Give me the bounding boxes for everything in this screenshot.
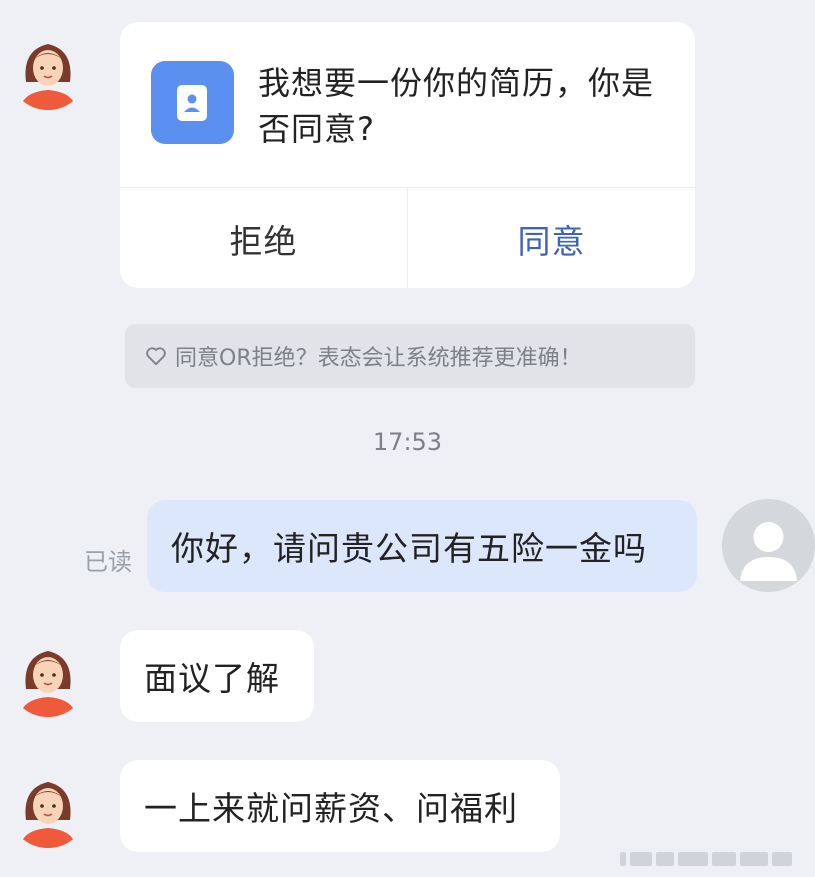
my-message-text: 你好，请问贵公司有五险一金吗 — [171, 529, 647, 568]
my-message-bubble[interactable]: 你好，请问贵公司有五险一金吗 — [147, 500, 697, 592]
resume-request-body: 我想要一份你的简历，你是否同意? — [120, 22, 695, 187]
recruiter-avatar[interactable] — [8, 768, 88, 848]
reject-button[interactable]: 拒绝 — [120, 188, 408, 288]
read-status: 已读 — [84, 548, 132, 576]
my-avatar[interactable] — [722, 499, 815, 592]
recruiter-avatar[interactable] — [8, 30, 88, 110]
woman-avatar-icon — [8, 637, 88, 717]
watermark — [620, 852, 810, 866]
woman-avatar-icon — [8, 768, 88, 848]
resume-request-actions: 拒绝 同意 — [120, 187, 695, 288]
recruiter-message-bubble[interactable]: 一上来就问薪资、问福利 — [120, 760, 560, 852]
heart-icon — [146, 347, 166, 366]
message-timestamp: 17:53 — [372, 428, 443, 456]
resume-request-card: 我想要一份你的简历，你是否同意? 拒绝 同意 — [120, 22, 695, 288]
resume-request-text: 我想要一份你的简历，你是否同意? — [258, 64, 655, 148]
recruiter-message-text: 面议了解 — [144, 659, 280, 698]
agree-button[interactable]: 同意 — [408, 188, 695, 288]
woman-avatar-icon — [8, 30, 88, 110]
system-hint: 同意OR拒绝？表态会让系统推荐更准确！ — [125, 324, 695, 388]
system-hint-text: 同意OR拒绝？表态会让系统推荐更准确！ — [175, 346, 582, 371]
recruiter-message-text: 一上来就问薪资、问福利 — [144, 789, 518, 828]
recruiter-avatar[interactable] — [8, 637, 88, 717]
resume-icon — [151, 61, 234, 144]
recruiter-message-bubble[interactable]: 面议了解 — [120, 630, 314, 722]
default-user-icon — [722, 499, 815, 592]
